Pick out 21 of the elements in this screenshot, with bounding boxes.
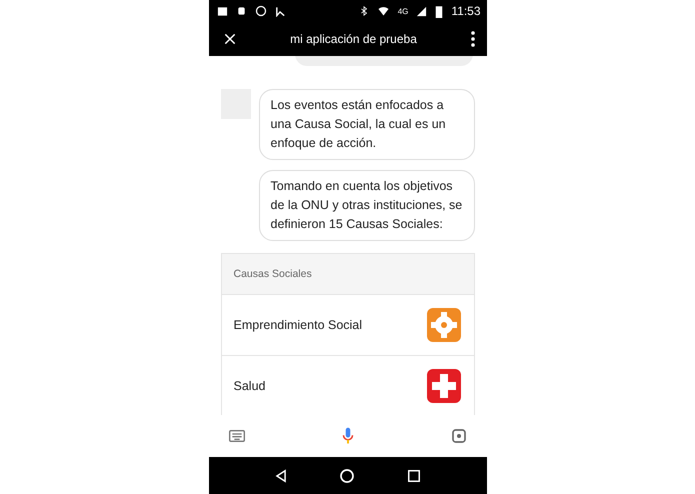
message-bubble: Tomando en cuenta los objetivos de la ONU y otras instituciones, se definieron 15 Causas Sociales: (258, 170, 474, 241)
clock-time: 11:53 (451, 4, 480, 18)
gear-icon (426, 307, 462, 343)
wifi-icon (376, 5, 390, 17)
back-icon[interactable] (274, 468, 288, 484)
lens-icon[interactable] (450, 428, 466, 444)
bluetooth-icon (358, 5, 369, 17)
network-label: 4G (398, 6, 408, 16)
message-bubble: Los eventos están enfocados a una Causa Social, la cual es un enfoque de acción. (258, 89, 474, 160)
close-icon[interactable] (222, 32, 236, 46)
list-item[interactable]: Emprendimiento Social (222, 295, 474, 356)
battery-icon (435, 4, 444, 18)
signal-icon (416, 6, 428, 16)
card-header: Causas Sociales (222, 254, 474, 295)
more-icon[interactable] (470, 31, 474, 47)
keyboard-icon[interactable] (228, 430, 244, 442)
home-icon[interactable] (339, 468, 356, 484)
cross-icon (426, 368, 462, 404)
image-icon (216, 6, 228, 16)
app-title: mi aplicación de prueba (289, 32, 418, 46)
recents-icon[interactable] (406, 468, 421, 482)
